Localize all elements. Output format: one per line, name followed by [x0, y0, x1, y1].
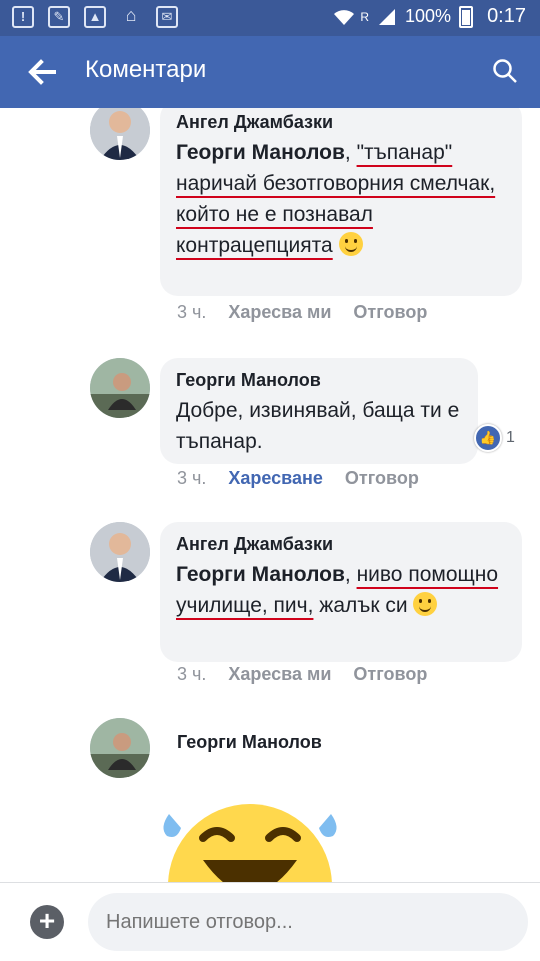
- gallery-icon: ▲: [84, 6, 106, 28]
- add-attachment-icon[interactable]: +: [30, 905, 64, 939]
- cleaner-icon: ⌂: [125, 5, 137, 25]
- reply-button[interactable]: Отговор: [353, 664, 427, 685]
- comment-author[interactable]: Ангел Джамбазки: [176, 112, 506, 133]
- like-button[interactable]: Харесва ми: [228, 302, 331, 323]
- reply-button[interactable]: Отговор: [345, 468, 419, 489]
- comment-bubble[interactable]: Ангел Джамбазки Георги Манолов, "тъпанар…: [160, 108, 522, 296]
- comment-time[interactable]: 3 ч.: [177, 302, 206, 323]
- arrow-left-icon[interactable]: [24, 54, 60, 90]
- wifi-icon: [334, 9, 355, 25]
- comment-author[interactable]: Георги Манолов: [176, 370, 462, 391]
- mail-icon: ✉: [156, 6, 178, 28]
- reply-composer: +: [0, 882, 540, 961]
- comments-feed[interactable]: Ангел Джамбазки Георги Манолов, "тъпанар…: [0, 108, 540, 882]
- comment-text: ,: [344, 563, 357, 586]
- comment-actions: 3 ч. Харесване Отговор: [177, 468, 441, 489]
- avatar[interactable]: [90, 522, 150, 582]
- smiling-face-icon: [338, 232, 363, 256]
- reply-input[interactable]: [88, 893, 528, 951]
- like-button[interactable]: Харесване: [228, 468, 323, 489]
- search-icon[interactable]: [492, 58, 518, 84]
- mention-link[interactable]: Георги Манолов: [176, 141, 345, 164]
- alert-icon: !: [12, 6, 34, 28]
- comment-actions: 3 ч. Харесва ми Отговор: [177, 664, 449, 685]
- reaction-count: 1: [506, 429, 515, 446]
- laughing-tears-emoji: [163, 804, 337, 882]
- battery-percent: 100%: [405, 6, 452, 26]
- comment-time[interactable]: 3 ч.: [177, 468, 206, 489]
- comment-text: ,: [344, 141, 357, 164]
- comment-bubble[interactable]: Ангел Джамбазки Георги Манолов, ниво пом…: [160, 522, 522, 662]
- like-button[interactable]: Харесва ми: [228, 664, 331, 685]
- app-bar: Коментари: [0, 36, 540, 108]
- comment-actions: 3 ч. Харесва ми Отговор: [177, 302, 449, 323]
- page-title: Коментари: [85, 56, 207, 83]
- comment-author[interactable]: Георги Манолов: [177, 732, 322, 753]
- smiling-face-icon: [413, 592, 438, 616]
- comment-text: Добре, извинявай, баща ти е тъпанар.: [176, 399, 460, 453]
- battery-icon: [459, 5, 474, 28]
- thumbs-up-icon: 👍: [474, 424, 502, 452]
- comment-time[interactable]: 3 ч.: [177, 664, 206, 685]
- reply-button[interactable]: Отговор: [353, 302, 427, 323]
- mention-link[interactable]: Георги Манолов: [176, 563, 345, 586]
- image-edit-icon: ✎: [48, 6, 70, 28]
- status-bar: ! ✎ ▲ ⌂ ✉ R 100% 0:17: [0, 0, 540, 36]
- avatar[interactable]: [90, 358, 150, 418]
- comment-text-tail: жалък си: [319, 594, 408, 617]
- comment-bubble[interactable]: Георги Манолов Добре, извинявай, баща ти…: [160, 358, 478, 464]
- signal-icon: [379, 8, 396, 25]
- clock: 0:17: [487, 5, 526, 27]
- avatar[interactable]: [90, 718, 150, 778]
- network-type-label: R: [360, 9, 370, 24]
- reaction-summary[interactable]: 👍 1: [474, 424, 515, 452]
- comment-author[interactable]: Ангел Джамбазки: [176, 534, 506, 555]
- avatar[interactable]: [90, 108, 150, 160]
